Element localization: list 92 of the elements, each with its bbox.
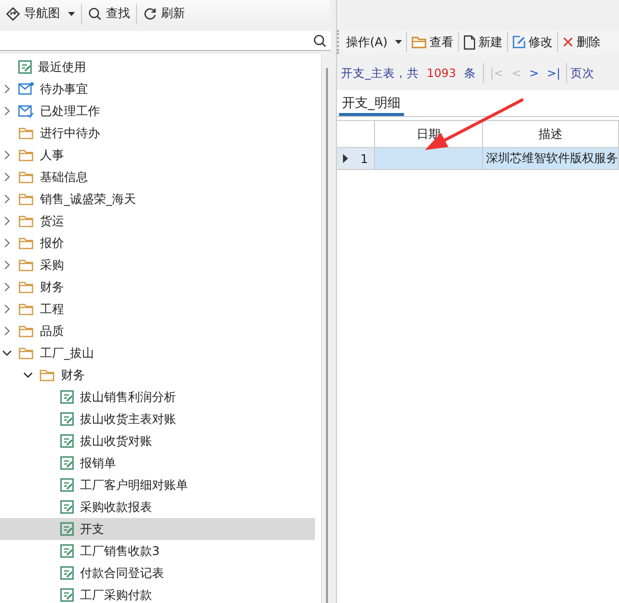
tree-item[interactable]: 采购收款报表 — [0, 496, 315, 518]
tree-item[interactable]: 财务 — [0, 364, 315, 386]
chevron-right-icon[interactable] — [4, 260, 10, 270]
tree-item[interactable]: 人事 — [0, 144, 315, 166]
search-field[interactable] — [0, 31, 331, 51]
folder-icon — [18, 324, 34, 338]
form-icon — [60, 412, 74, 426]
tree-item[interactable]: 开支 — [0, 518, 315, 540]
chevron-right-icon[interactable] — [4, 326, 10, 336]
mail-check-icon — [18, 104, 34, 118]
toolbar-button[interactable]: 查看 — [408, 32, 457, 52]
pager-button[interactable]: >| — [544, 66, 564, 80]
chevron-right-icon[interactable] — [4, 304, 10, 314]
folder-icon — [39, 368, 55, 382]
form-icon — [18, 60, 32, 74]
tree-item[interactable]: 工厂销售收款3 — [0, 540, 315, 562]
form-icon — [60, 390, 74, 404]
tree-item[interactable]: 财务 — [0, 276, 315, 298]
chevron-right-icon[interactable] — [4, 282, 10, 292]
record-count-label: 开支_主表，共 — [341, 66, 419, 80]
tree-item[interactable]: 已处理工作 — [0, 100, 315, 122]
diamond-icon — [6, 6, 20, 20]
tree-item[interactable]: 货运 — [0, 210, 315, 232]
tree-item[interactable]: 工厂_拔山 — [0, 342, 315, 364]
chevron-down-icon[interactable] — [23, 372, 33, 378]
chevron-right-icon[interactable] — [4, 106, 10, 116]
tree-item[interactable]: 拔山销售利润分析 — [0, 386, 315, 408]
search-icon — [313, 34, 327, 48]
toolbar-button[interactable]: 修改 — [508, 32, 556, 52]
column-header[interactable]: 描述 — [483, 121, 619, 148]
folder-icon — [18, 192, 34, 206]
tree-item[interactable]: 工程 — [0, 298, 315, 320]
chevron-right-icon[interactable] — [4, 238, 10, 248]
folder-icon — [18, 236, 34, 250]
form-icon — [60, 456, 74, 470]
mail-icon — [18, 82, 34, 96]
tree-item[interactable]: 拔山收货对账 — [0, 430, 315, 452]
scrollbar[interactable] — [326, 68, 328, 603]
tree-item[interactable]: 付款合同登记表 — [0, 562, 315, 584]
form-icon — [60, 500, 74, 514]
toolbar-button[interactable]: 删除 — [558, 32, 604, 52]
menu-button[interactable]: 操作(A) — [343, 32, 405, 52]
tree-item[interactable]: 进行中待办 — [0, 122, 315, 144]
refresh-icon — [143, 6, 157, 20]
toolbar-button[interactable]: 查找 — [84, 3, 134, 24]
tree-item[interactable]: 最近使用 — [0, 56, 315, 78]
edit-icon — [512, 35, 526, 49]
chevron-right-icon[interactable] — [4, 84, 10, 94]
document-icon — [462, 34, 476, 50]
folder-icon — [18, 280, 34, 294]
folder-icon — [410, 35, 427, 49]
tree-item[interactable]: 待办事宜 — [0, 78, 315, 100]
tree-item[interactable]: 工厂客户明细对账单 — [0, 474, 315, 496]
table-cell: 深圳芯维智软件版权服务 — [483, 148, 619, 170]
tree-item[interactable]: 拔山收货主表对账 — [0, 408, 315, 430]
tree-item[interactable]: 销售_诚盛荣_海天 — [0, 188, 315, 210]
form-icon — [60, 544, 74, 558]
chevron-right-icon[interactable] — [4, 150, 10, 160]
folder-icon — [18, 302, 34, 316]
chevron-down-icon[interactable] — [2, 350, 12, 356]
form-icon — [60, 588, 74, 602]
tree-item[interactable]: 采购 — [0, 254, 315, 276]
toolbar-button[interactable]: 刷新 — [139, 3, 189, 24]
chevron-right-icon[interactable] — [4, 216, 10, 226]
tree-item[interactable]: 品质 — [0, 320, 315, 342]
tree-item[interactable]: 工厂采购付款 — [0, 584, 315, 603]
pager-button[interactable]: > — [526, 66, 542, 80]
form-icon — [60, 478, 74, 492]
form-icon — [60, 566, 74, 580]
delete-icon — [562, 36, 574, 48]
unit-label: 条 — [464, 66, 476, 80]
folder-icon — [18, 170, 34, 184]
toolbar-button[interactable]: 导航图 — [2, 3, 79, 24]
tab[interactable]: 开支_明细 — [339, 90, 404, 116]
tree-item[interactable]: 基础信息 — [0, 166, 315, 188]
tree-item[interactable]: 报价 — [0, 232, 315, 254]
chevron-right-icon[interactable] — [4, 172, 10, 182]
form-icon — [60, 522, 74, 536]
folder-icon — [18, 258, 34, 272]
row-header[interactable]: 1 — [337, 148, 375, 170]
toolbar-button[interactable]: 新建 — [460, 32, 506, 52]
folder-icon — [18, 126, 34, 140]
record-count: 1093 — [426, 66, 456, 80]
page-label: 页次 — [570, 66, 594, 80]
chevron-right-icon[interactable] — [4, 194, 10, 204]
caret-icon — [394, 40, 402, 44]
form-icon — [60, 434, 74, 448]
folder-icon — [18, 346, 34, 360]
folder-icon — [18, 148, 34, 162]
tree-item[interactable]: 报销单 — [0, 452, 315, 474]
search-icon — [88, 6, 102, 20]
folder-icon — [18, 214, 34, 228]
